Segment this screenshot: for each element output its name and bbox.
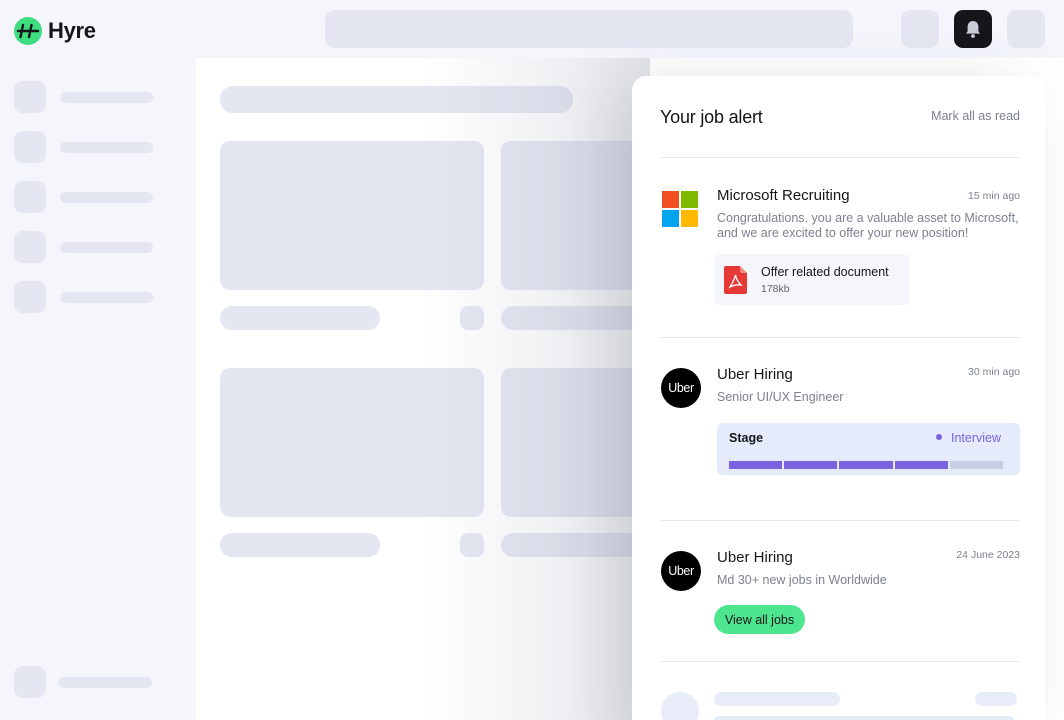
sidebar-item-label-placeholder	[60, 242, 153, 253]
notification-time: 24 June 2023	[956, 549, 1020, 561]
stage-label: Stage	[729, 431, 764, 445]
notifications-button[interactable]	[954, 10, 992, 48]
sidebar-item[interactable]	[14, 81, 174, 113]
header-button-1[interactable]	[901, 10, 939, 48]
divider	[660, 337, 1020, 338]
mark-all-read-button[interactable]: Mark all as read	[931, 109, 1020, 123]
stage-step-segment	[894, 461, 948, 469]
overlay-shadow	[420, 58, 650, 720]
sidebar-item-icon-placeholder	[14, 131, 46, 163]
stage-progress-card[interactable]: Stage Interview	[717, 423, 1020, 475]
stage-step-segment	[949, 461, 1004, 469]
text-placeholder	[975, 692, 1017, 706]
divider	[660, 520, 1020, 521]
sidebar	[0, 58, 196, 720]
divider	[660, 661, 1020, 662]
notification-message: Congratulations. you are a valuable asse…	[717, 211, 1019, 240]
text-placeholder	[714, 692, 840, 706]
stage-step-segment	[839, 461, 893, 469]
search-input[interactable]	[325, 10, 853, 48]
sidebar-item[interactable]	[14, 181, 174, 213]
attachment-name: Offer related document	[761, 265, 889, 279]
notification-time: 30 min ago	[968, 366, 1020, 378]
text-placeholder	[714, 716, 1014, 720]
sidebar-item-label-placeholder	[60, 192, 153, 203]
logo-icon	[14, 17, 42, 45]
notification-time: 15 min ago	[968, 190, 1020, 202]
notification-company[interactable]: Uber Hiring	[717, 366, 793, 383]
bell-icon	[966, 21, 980, 38]
pdf-icon	[724, 266, 747, 294]
attachment-card[interactable]: Offer related document 178kb	[714, 254, 909, 305]
notification-message: Senior UI/UX Engineer	[717, 390, 844, 404]
sidebar-item-label-placeholder	[60, 92, 153, 103]
card-text-placeholder	[220, 533, 380, 557]
microsoft-logo	[662, 191, 698, 227]
avatar-placeholder	[661, 692, 699, 720]
stage-progress-bar	[729, 461, 1004, 469]
notification-message: Md 30+ new jobs in Worldwide	[717, 573, 887, 587]
notification-company[interactable]: Microsoft Recruiting	[717, 187, 850, 204]
sidebar-footer-item[interactable]	[14, 666, 174, 698]
sidebar-item-icon-placeholder	[14, 231, 46, 263]
header-button-2[interactable]	[1007, 10, 1045, 48]
job-alert-panel: Your job alert Mark all as read Microsof…	[632, 76, 1045, 720]
sidebar-item-icon-placeholder	[14, 281, 46, 313]
sidebar-item-icon-placeholder	[14, 81, 46, 113]
sidebar-item[interactable]	[14, 231, 174, 263]
stage-status-dot	[936, 434, 942, 440]
view-all-jobs-button[interactable]: View all jobs	[714, 605, 805, 634]
sidebar-item-icon-placeholder	[14, 666, 46, 698]
divider	[660, 157, 1020, 158]
app-logo[interactable]: Hyre	[14, 17, 96, 45]
stage-step-segment	[784, 461, 838, 469]
attachment-size: 178kb	[761, 283, 790, 295]
sidebar-item-icon-placeholder	[14, 181, 46, 213]
stage-step-segment	[729, 461, 783, 469]
uber-logo: Uber	[661, 551, 701, 591]
sidebar-item-label-placeholder	[60, 292, 153, 303]
sidebar-item-label-placeholder	[58, 677, 152, 688]
stage-value: Interview	[951, 431, 1002, 445]
notification-company[interactable]: Uber Hiring	[717, 549, 793, 566]
sidebar-item[interactable]	[14, 281, 174, 313]
sidebar-item-label-placeholder	[60, 142, 153, 153]
top-bar: Hyre	[0, 0, 1064, 58]
logo-text: Hyre	[48, 18, 96, 43]
panel-title: Your job alert	[660, 107, 763, 127]
card-text-placeholder	[220, 306, 380, 330]
sidebar-item[interactable]	[14, 131, 174, 163]
uber-logo: Uber	[661, 368, 701, 408]
